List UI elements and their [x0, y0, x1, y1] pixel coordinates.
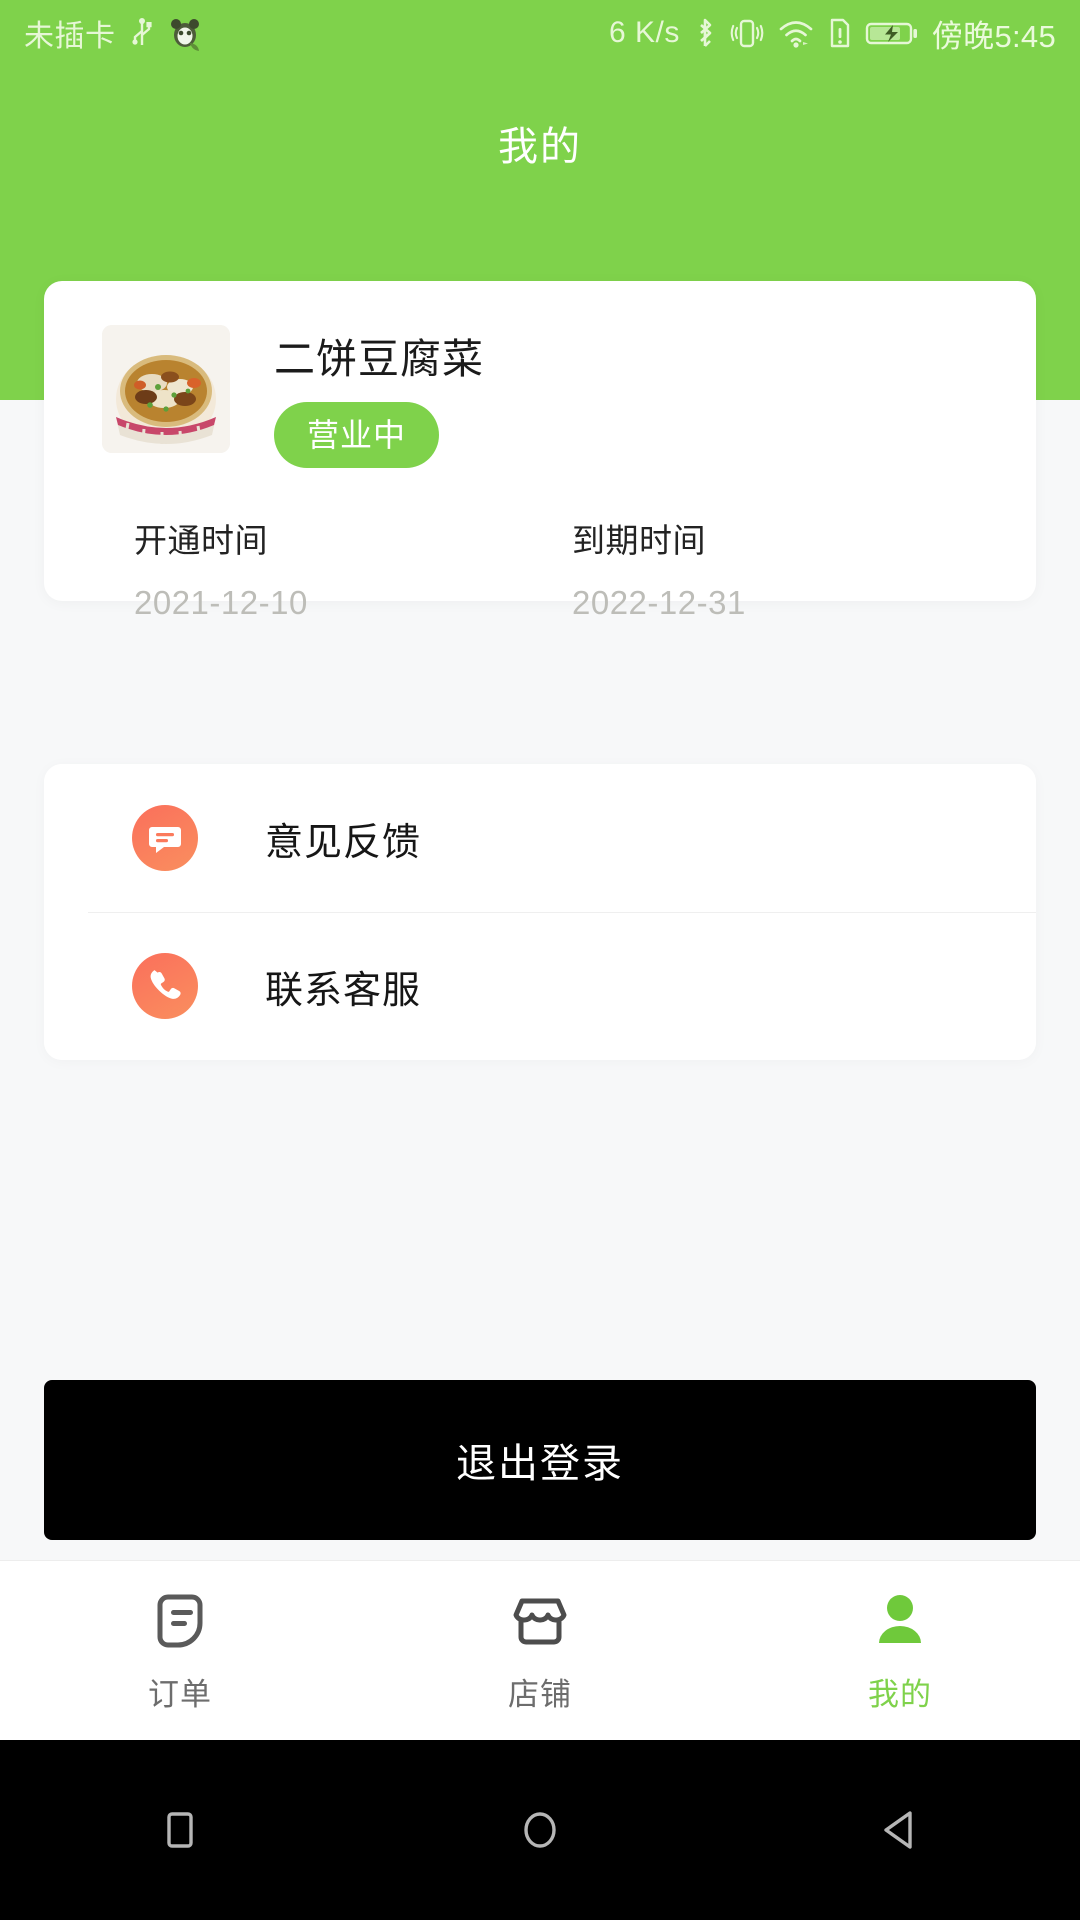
shop-info-card: 二饼豆腐菜 营业中 开通时间 2021-12-10 到期时间 2022-12-3… [44, 281, 1036, 621]
shop-dates-row: 开通时间 2021-12-10 到期时间 2022-12-31 [44, 514, 1036, 622]
status-badge: 营业中 [274, 402, 440, 468]
shop-header-row: 二饼豆腐菜 营业中 [44, 281, 1036, 468]
tab-shop-label: 店铺 [508, 1677, 572, 1712]
menu-item-contact-support[interactable]: 联系客服 [44, 912, 1036, 1060]
status-bar-right: 6 K/s 傍晚5:45 [609, 11, 1056, 56]
expiry-date-label: 到期时间 [572, 522, 706, 559]
bottom-tab-bar: 订单 店铺 我的 [0, 1560, 1080, 1740]
shop-meta: 二饼豆腐菜 营业中 [274, 325, 484, 468]
noodle-bowl-photo [102, 325, 230, 453]
menu-item-feedback-label: 意见反馈 [265, 821, 422, 864]
carrier-label: 未插卡 [24, 20, 116, 53]
sim-alert-icon [828, 15, 852, 51]
square-recents-icon[interactable] [120, 1770, 240, 1890]
tab-orders[interactable]: 订单 [0, 1587, 360, 1714]
status-bar-left: 未插卡 [24, 11, 202, 55]
bluetooth-icon [693, 15, 717, 51]
menu-item-contact-support-label: 联系客服 [265, 969, 422, 1012]
tab-profile[interactable]: 我的 [720, 1587, 1080, 1714]
usb-icon [130, 15, 154, 51]
system-navigation-bar [0, 1740, 1080, 1920]
storefront-icon [506, 1587, 574, 1655]
phone-icon [132, 953, 198, 1019]
network-speed-label: 6 K/s [608, 16, 680, 49]
expiry-date-value: 2022-12-31 [572, 584, 746, 621]
panda-app-icon [168, 15, 202, 51]
clock-label: 傍晚5:45 [931, 18, 1056, 54]
status-bar: 未插卡 6 K/s 傍晚5:45 [0, 0, 1080, 66]
battery-charging-icon [865, 15, 919, 51]
logout-button[interactable]: 退出登录 [44, 1380, 1036, 1540]
tab-profile-label: 我的 [868, 1677, 932, 1712]
page-title: 我的 [498, 125, 582, 169]
activation-date-value: 2021-12-10 [134, 584, 308, 621]
person-icon [866, 1587, 934, 1655]
triangle-back-icon[interactable] [840, 1770, 960, 1890]
order-document-icon [146, 1587, 214, 1655]
tab-shop[interactable]: 店铺 [360, 1587, 720, 1714]
activation-date-column: 开通时间 2021-12-10 [134, 514, 572, 622]
tab-orders-label: 订单 [148, 1677, 212, 1712]
phone-screen: 未插卡 6 K/s 傍晚5:45 我的 二饼豆腐菜 营业中 开通时间 2021-… [0, 0, 1080, 1920]
chat-bubble-icon [132, 805, 198, 871]
menu-card: 意见反馈 联系客服 [44, 764, 1036, 1060]
shop-name: 二饼豆腐菜 [274, 336, 484, 382]
wifi-icon [777, 15, 815, 51]
vibrate-icon [730, 15, 764, 51]
circle-home-icon[interactable] [480, 1770, 600, 1890]
expiry-date-column: 到期时间 2022-12-31 [572, 514, 1010, 622]
menu-item-feedback[interactable]: 意见反馈 [44, 764, 1036, 912]
activation-date-label: 开通时间 [134, 522, 268, 559]
